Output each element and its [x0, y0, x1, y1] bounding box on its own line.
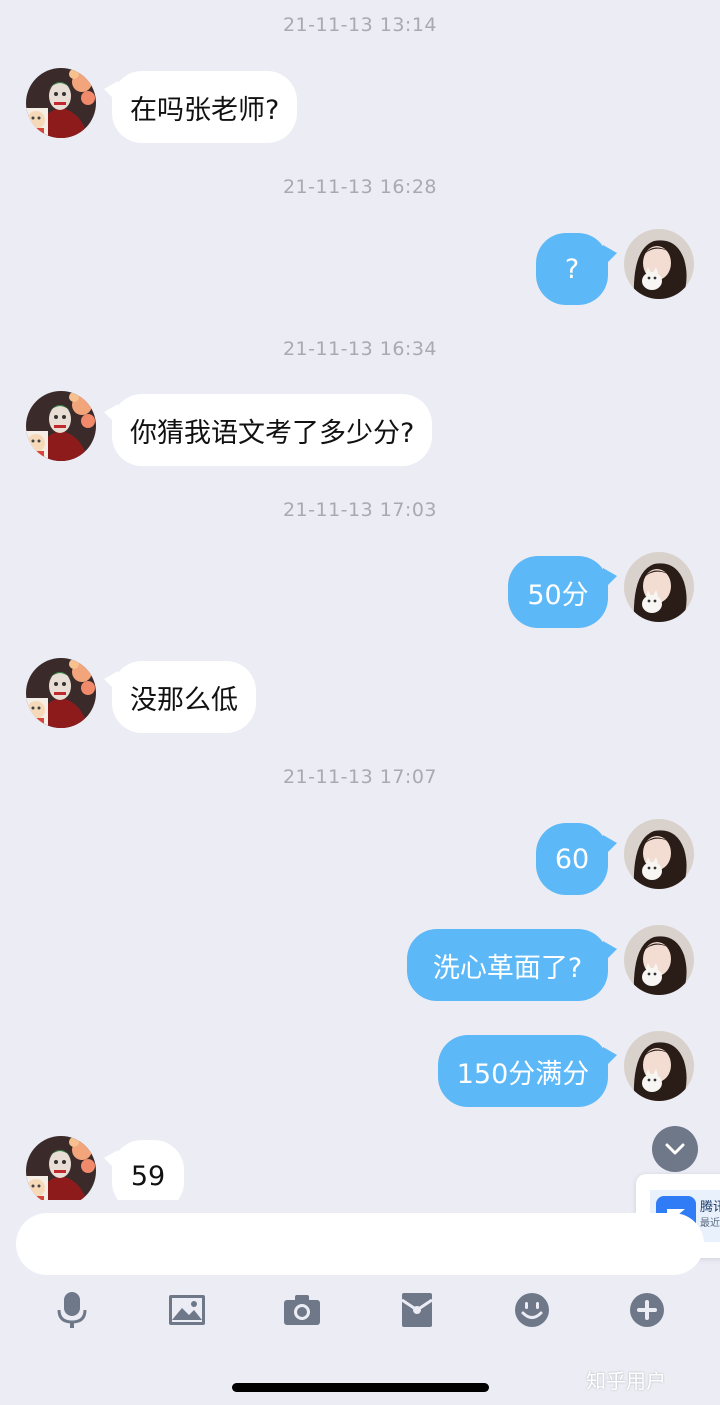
floating-card-title: 腾讯 — [700, 1200, 720, 1215]
timestamp: 21-11-13 17:07 — [282, 766, 438, 788]
incoming-message[interactable]: 你猜我语文考了多少分? — [103, 394, 433, 466]
image-icon — [169, 1295, 205, 1325]
my-avatar[interactable] — [624, 819, 694, 889]
message-input[interactable] — [16, 1213, 704, 1275]
home-indicator[interactable] — [232, 1383, 489, 1392]
outgoing-message[interactable]: 50分 — [508, 556, 617, 628]
outgoing-message[interactable]: 60 — [536, 823, 617, 895]
red-packet-icon — [401, 1293, 433, 1327]
outgoing-message[interactable]: 洗心革面了? — [407, 929, 617, 1001]
chevron-down-icon — [665, 1143, 685, 1155]
camera-button[interactable] — [274, 1284, 330, 1336]
incoming-message[interactable]: 59 — [104, 1140, 184, 1200]
voice-button[interactable] — [44, 1284, 100, 1336]
watermark: 知乎用户 — [586, 1369, 666, 1393]
emoji-button[interactable] — [504, 1284, 560, 1336]
input-toolbar — [0, 1284, 720, 1340]
incoming-message[interactable]: 在吗张老师? — [103, 71, 298, 143]
floating-card-subtitle: 最近 — [700, 1218, 720, 1229]
contact-avatar[interactable] — [26, 68, 96, 138]
timestamp: 21-11-13 16:34 — [282, 338, 438, 360]
my-avatar[interactable] — [624, 1031, 694, 1101]
my-avatar[interactable] — [624, 925, 694, 995]
outgoing-message[interactable]: 150分满分 — [438, 1035, 617, 1107]
red-packet-button[interactable] — [389, 1284, 445, 1336]
photo-button[interactable] — [159, 1284, 215, 1336]
my-avatar[interactable] — [624, 229, 694, 299]
contact-avatar[interactable] — [26, 658, 96, 728]
plus-icon — [630, 1293, 664, 1327]
my-avatar[interactable] — [624, 552, 694, 622]
timestamp: 21-11-13 16:28 — [282, 176, 438, 198]
camera-icon — [284, 1295, 320, 1325]
chat-area[interactable]: 21-11-13 13:14 在吗张老师? 21-11-13 16:28 ? 2… — [0, 0, 720, 1200]
scroll-to-bottom-button[interactable] — [652, 1126, 698, 1172]
more-button[interactable] — [619, 1284, 675, 1336]
emoji-icon — [515, 1293, 549, 1327]
microphone-icon — [57, 1292, 87, 1328]
incoming-message[interactable]: 没那么低 — [104, 661, 256, 733]
contact-avatar[interactable] — [26, 391, 96, 461]
outgoing-message[interactable]: ? — [536, 233, 617, 305]
contact-avatar[interactable] — [26, 1136, 96, 1200]
timestamp: 21-11-13 17:03 — [282, 499, 438, 521]
timestamp: 21-11-13 13:14 — [282, 14, 438, 36]
